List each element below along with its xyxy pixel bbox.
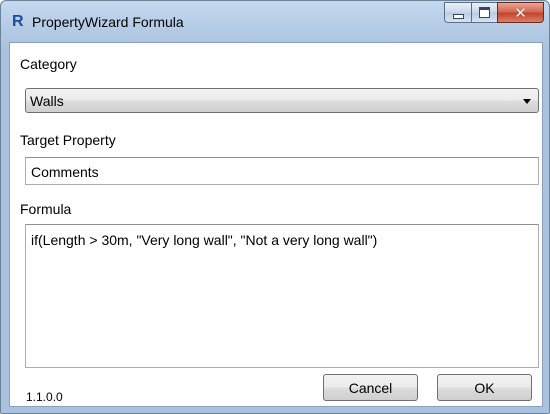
version-label: 1.1.0.0 [26,390,63,404]
dialog-content: Category Walls Target Property Comments … [9,42,543,407]
maximize-icon [479,7,490,18]
formula-label: Formula [20,201,72,217]
formula-textarea[interactable]: if(Length > 30m, "Very long wall", "Not … [25,224,539,368]
minimize-button[interactable] [444,2,471,23]
category-selected-value: Walls [30,93,64,109]
caption-buttons: ✕ [444,2,544,24]
formula-value: if(Length > 30m, "Very long wall", "Not … [31,232,378,248]
category-label: Category [20,56,77,72]
close-icon: ✕ [514,3,527,22]
title-bar[interactable]: R PropertyWizard Formula ✕ [1,1,549,42]
target-property-value: Comments [31,164,99,180]
app-logo-icon: R [12,13,24,30]
target-property-input[interactable]: Comments [25,157,539,185]
maximize-button[interactable] [471,2,497,23]
category-dropdown[interactable]: Walls [25,88,539,113]
target-property-label: Target Property [20,132,116,148]
close-button[interactable]: ✕ [497,2,544,23]
chevron-down-icon [523,99,531,104]
dialog-window: R PropertyWizard Formula ✕ Category Wall… [0,0,550,414]
minimize-icon [452,14,464,19]
cancel-button[interactable]: Cancel [323,374,418,401]
window-title: PropertyWizard Formula [32,14,184,30]
ok-button[interactable]: OK [437,374,532,401]
